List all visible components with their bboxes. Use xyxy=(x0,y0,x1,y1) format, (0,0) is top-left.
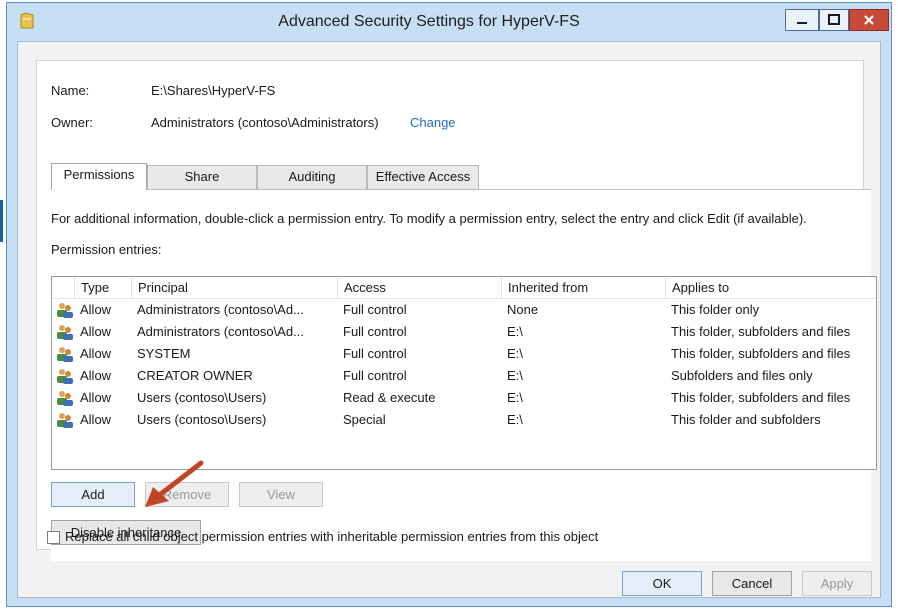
column-header-access[interactable]: Access xyxy=(337,277,501,299)
cell-inherited-from: E:\ xyxy=(507,412,523,427)
dialog-client-area: Name: E:\Shares\HyperV-FS Owner: Adminis… xyxy=(17,41,881,598)
table-row[interactable]: Allow Users (contoso\Users) Special E:\ … xyxy=(52,409,876,431)
cell-access: Read & execute xyxy=(343,390,436,405)
users-icon xyxy=(57,347,73,362)
table-row[interactable]: Allow SYSTEM Full control E:\ This folde… xyxy=(52,343,876,365)
view-button[interactable]: View xyxy=(239,482,323,507)
maximize-icon xyxy=(828,14,840,25)
cell-applies-to: This folder and subfolders xyxy=(671,412,821,427)
cell-applies-to: This folder only xyxy=(671,302,760,317)
settings-panel: Name: E:\Shares\HyperV-FS Owner: Adminis… xyxy=(36,60,877,561)
tab-share[interactable]: Share xyxy=(147,165,257,189)
cell-access: Full control xyxy=(343,324,407,339)
cell-principal: SYSTEM xyxy=(137,346,191,361)
cell-applies-to: This folder, subfolders and files xyxy=(671,390,851,405)
cell-access: Full control xyxy=(343,302,407,317)
title-bar[interactable]: Advanced Security Settings for HyperV-FS xyxy=(7,3,891,41)
change-owner-link[interactable]: Change xyxy=(410,115,456,130)
column-header-principal[interactable]: Principal xyxy=(131,277,337,299)
cancel-button[interactable]: Cancel xyxy=(712,571,792,596)
permission-entries-table[interactable]: Type Principal Access Inherited from App… xyxy=(51,276,877,470)
users-icon xyxy=(57,303,73,318)
column-header-type[interactable]: Type xyxy=(74,277,131,299)
apply-button[interactable]: Apply xyxy=(802,571,872,596)
table-row[interactable]: Allow Administrators (contoso\Ad... Full… xyxy=(52,321,876,343)
cell-principal: Administrators (contoso\Ad... xyxy=(137,302,304,317)
users-icon xyxy=(57,369,73,384)
cell-applies-to: Subfolders and files only xyxy=(671,368,813,383)
cell-type: Allow xyxy=(80,368,112,383)
table-row[interactable]: Allow CREATOR OWNER Full control E:\ Sub… xyxy=(52,365,876,387)
column-header-inherited-from[interactable]: Inherited from xyxy=(501,277,665,299)
tab-permissions[interactable]: Permissions xyxy=(51,163,147,190)
owner-label: Owner: xyxy=(51,115,93,130)
tab-auditing[interactable]: Auditing xyxy=(257,165,367,189)
info-text: For additional information, double-click… xyxy=(51,211,807,226)
cell-inherited-from: E:\ xyxy=(507,346,523,361)
minimize-icon xyxy=(797,22,807,24)
permission-entries-label: Permission entries: xyxy=(51,242,162,257)
users-icon xyxy=(57,413,73,428)
dialog-window: Advanced Security Settings for HyperV-FS… xyxy=(6,2,892,607)
minimize-button[interactable] xyxy=(785,9,819,31)
cell-principal: Administrators (contoso\Ad... xyxy=(137,324,304,339)
table-row[interactable]: Allow Administrators (contoso\Ad... Full… xyxy=(52,299,876,321)
users-icon xyxy=(57,325,73,340)
cell-type: Allow xyxy=(80,302,112,317)
window-title: Advanced Security Settings for HyperV-FS xyxy=(278,13,580,30)
close-icon xyxy=(864,15,874,25)
background-window-edge xyxy=(0,200,3,242)
cell-inherited-from: E:\ xyxy=(507,368,523,383)
cell-access: Full control xyxy=(343,368,407,383)
annotation-arrow xyxy=(145,460,204,507)
close-button[interactable] xyxy=(849,9,889,31)
cell-principal: Users (contoso\Users) xyxy=(137,390,267,405)
users-icon xyxy=(57,391,73,406)
cell-access: Full control xyxy=(343,346,407,361)
name-label: Name: xyxy=(51,83,90,98)
cell-access: Special xyxy=(343,412,386,427)
cell-applies-to: This folder, subfolders and files xyxy=(671,324,851,339)
table-row[interactable]: Allow Users (contoso\Users) Read & execu… xyxy=(52,387,876,409)
cell-inherited-from: None xyxy=(507,302,539,317)
tab-effective-access[interactable]: Effective Access xyxy=(367,165,479,189)
cell-principal: CREATOR OWNER xyxy=(137,368,253,383)
cell-inherited-from: E:\ xyxy=(507,324,523,339)
cell-principal: Users (contoso\Users) xyxy=(137,412,267,427)
replace-child-permissions-checkbox[interactable] xyxy=(47,531,60,544)
cell-type: Allow xyxy=(80,324,112,339)
ok-button[interactable]: OK xyxy=(622,571,702,596)
cell-inherited-from: E:\ xyxy=(507,390,523,405)
cell-type: Allow xyxy=(80,412,112,427)
cell-applies-to: This folder, subfolders and files xyxy=(671,346,851,361)
add-button[interactable]: Add xyxy=(51,482,135,507)
name-value: E:\Shares\HyperV-FS xyxy=(151,83,276,98)
maximize-button[interactable] xyxy=(819,9,849,31)
cell-type: Allow xyxy=(80,390,112,405)
table-header: Type Principal Access Inherited from App… xyxy=(52,277,876,299)
replace-child-permissions-label: Replace all child object permission entr… xyxy=(65,529,599,544)
cell-type: Allow xyxy=(80,346,112,361)
column-header-applies-to[interactable]: Applies to xyxy=(665,277,876,299)
owner-value: Administrators (contoso\Administrators) xyxy=(151,115,379,130)
